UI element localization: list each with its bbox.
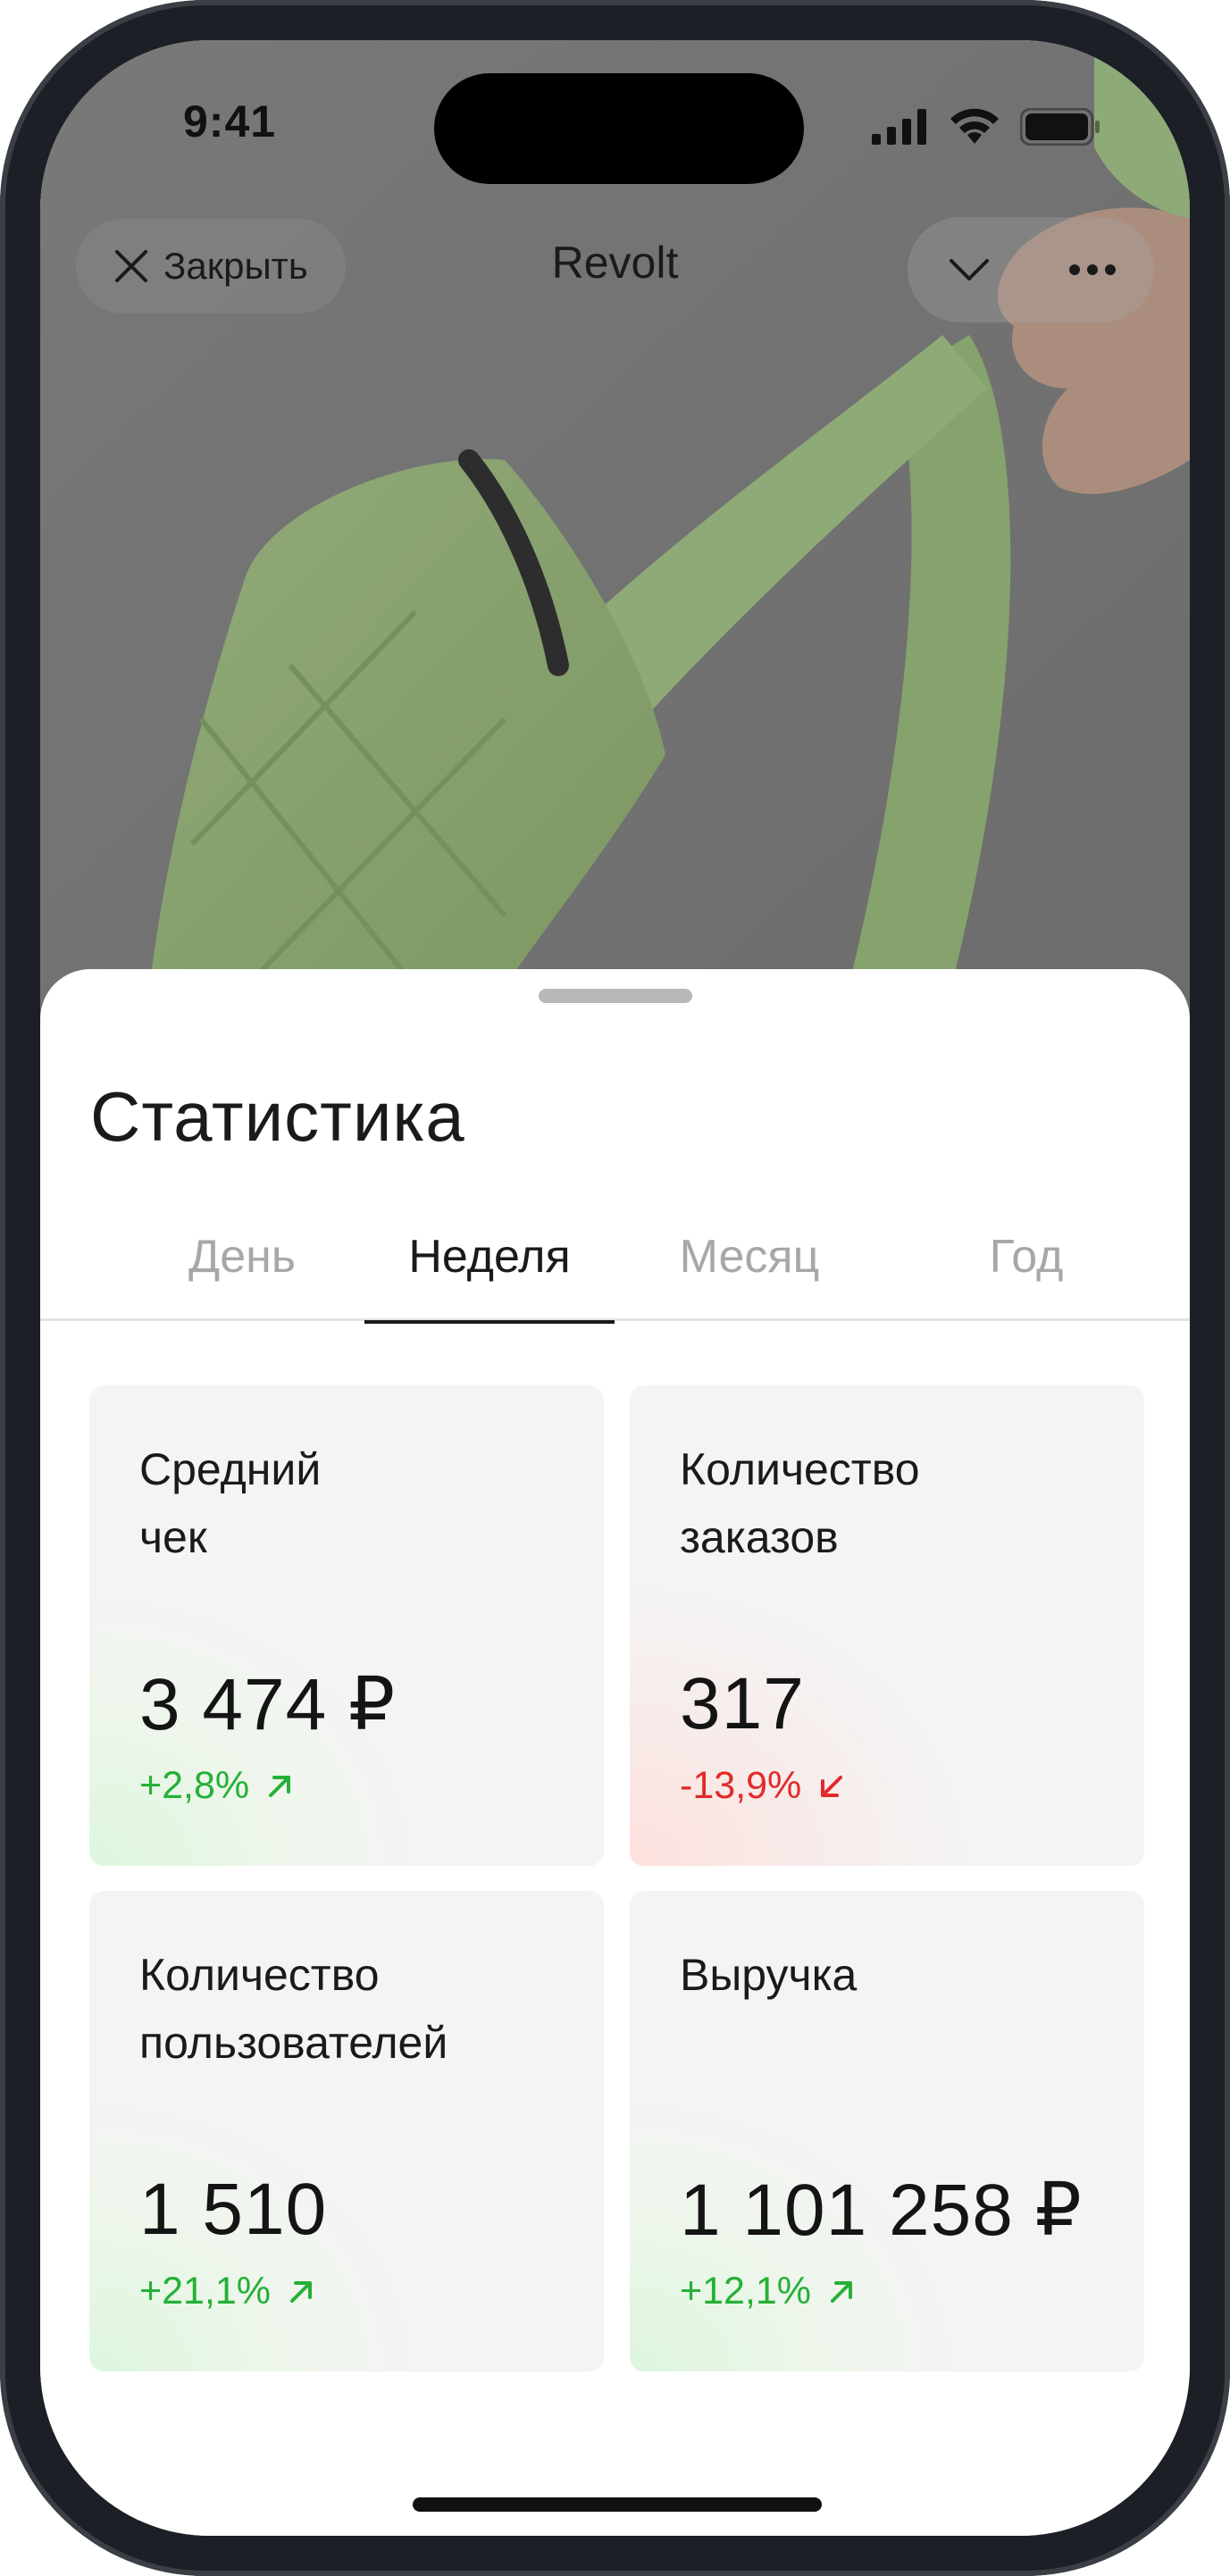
stat-delta-text: +2,8% [139,1764,250,1807]
stat-delta: +12,1% [680,2270,856,2313]
collapse-button[interactable] [925,225,1014,314]
stat-value: 1 510 [139,2169,328,2250]
period-tabs: День Неделя Месяц Год [40,1192,1190,1324]
wifi-icon [950,108,999,144]
chevron-down-icon [950,259,989,280]
statistics-sheet: Статистика День Неделя Месяц Год Средний… [40,969,1190,2536]
phone-frame: 9:41 Закрыть Revolt Статистика День Неде… [0,0,1230,2576]
stat-delta-text: -13,9% [680,1764,802,1807]
stat-delta: +2,8% [139,1764,294,1808]
tab-week[interactable]: Неделя [364,1192,615,1324]
tab-day[interactable]: День [117,1192,367,1321]
tab-month[interactable]: Месяц [624,1192,874,1321]
more-icon [1069,264,1116,275]
stat-label: Количество пользователей [139,1950,448,2068]
dynamic-island [434,73,804,184]
sheet-grabber[interactable] [539,989,692,1003]
arrow-up-right-icon [290,2280,313,2303]
status-time: 9:41 [183,96,277,146]
stat-label: Средний чек [139,1444,322,1562]
more-button[interactable] [1048,225,1137,314]
stat-delta: -13,9% [680,1764,846,1808]
tab-year[interactable]: Год [901,1192,1151,1321]
stat-delta-text: +12,1% [680,2270,812,2313]
arrow-up-right-icon [269,1775,291,1797]
home-indicator[interactable] [413,2497,822,2512]
arrow-up-right-icon [831,2280,853,2303]
stat-card-users-count[interactable]: Количество пользователей 1 510 +21,1% [89,1891,604,2371]
screen: 9:41 Закрыть Revolt Статистика День Неде… [40,40,1190,2536]
battery-icon [1020,108,1100,146]
cellular-signal-icon [872,109,926,145]
sheet-title: Статистика [90,1077,465,1156]
status-icons [872,108,1100,146]
stat-value: 3 474 ₽ [139,1664,397,1745]
stat-label: Выручка [680,1950,858,2000]
stat-card-revenue[interactable]: Выручка 1 101 258 ₽ +12,1% [630,1891,1144,2371]
stat-delta: +21,1% [139,2270,315,2313]
stat-card-average-check[interactable]: Средний чек 3 474 ₽ +2,8% [89,1385,604,1866]
stat-value: 1 101 258 ₽ [680,2170,1083,2251]
status-bar: 9:41 [40,40,1190,219]
stat-value: 317 [680,1663,805,1744]
stat-card-orders-count[interactable]: Количество заказов 317 -13,9% [630,1385,1144,1866]
stat-delta-text: +21,1% [139,2270,272,2313]
stat-label: Количество заказов [680,1444,920,1562]
arrow-down-left-icon [821,1775,843,1797]
nav-actions [908,217,1154,322]
